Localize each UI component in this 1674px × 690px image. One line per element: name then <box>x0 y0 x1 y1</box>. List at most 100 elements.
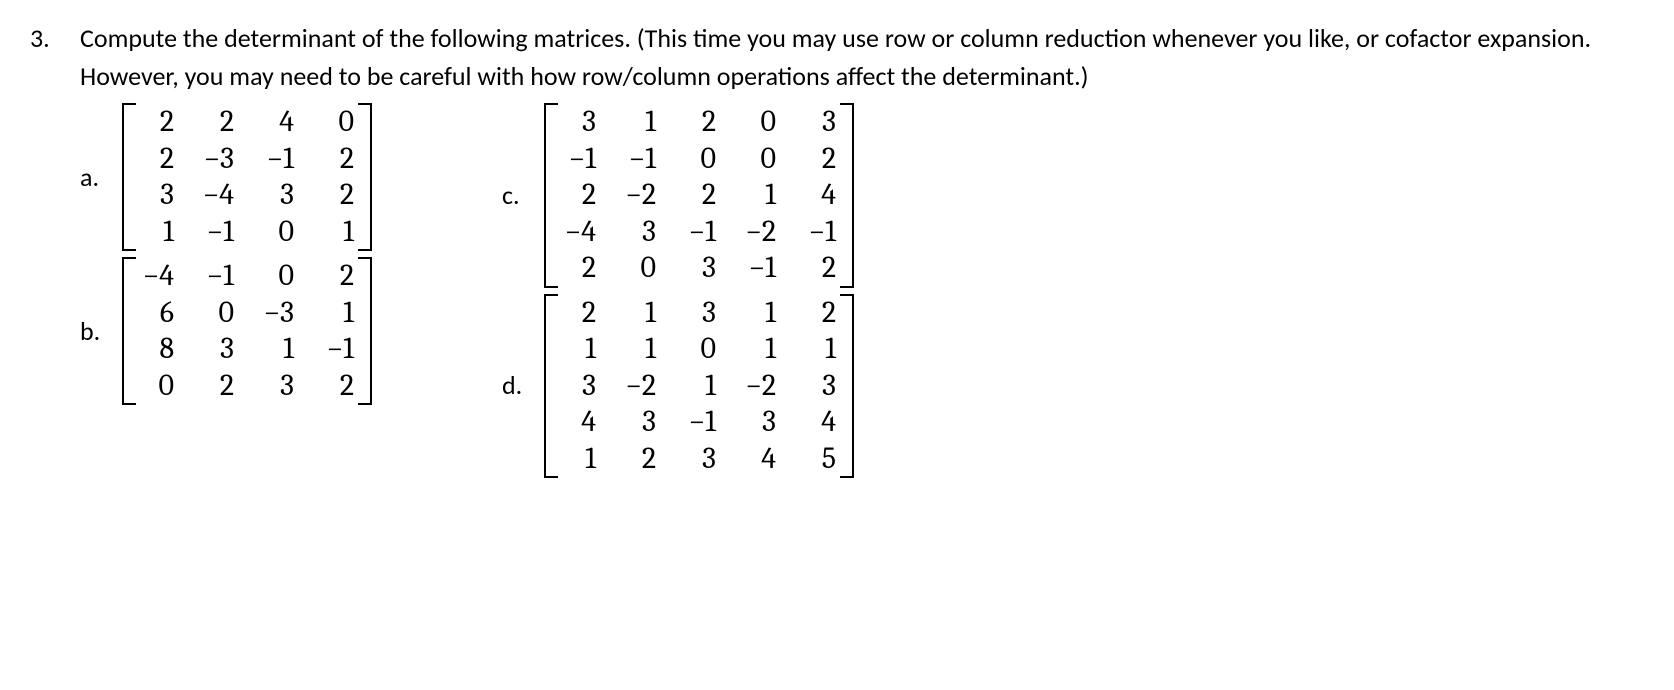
matrix-cell: 8 <box>140 332 174 367</box>
matrix-cell: −3 <box>260 296 294 331</box>
item-a-label: a. <box>80 159 108 197</box>
matrix-cell: 0 <box>260 215 294 250</box>
item-c: c. 31203−1−10022−2214−43−1−2−1203−12 <box>502 103 854 288</box>
matrix-cell: −1 <box>622 142 656 177</box>
matrix-cell: 4 <box>260 105 294 140</box>
matrix-cell: 1 <box>562 442 596 477</box>
matrix-cell: 1 <box>622 296 656 331</box>
matrix-cell: 3 <box>742 405 776 440</box>
matrix-cell: 3 <box>682 251 716 286</box>
matrix-cell: 1 <box>562 332 596 367</box>
item-b: b. −4−10260−31831−10232 <box>80 257 372 405</box>
matrix-cell: 3 <box>562 369 596 404</box>
matrix-cell: −1 <box>562 142 596 177</box>
matrix-cell: 2 <box>562 296 596 331</box>
problem-3: 3. Compute the determinant of the follow… <box>30 20 1644 478</box>
matrix-cell: 1 <box>260 332 294 367</box>
matrix-cell: 1 <box>320 296 354 331</box>
matrix-cell: 1 <box>682 369 716 404</box>
matrix-cell: 0 <box>200 296 234 331</box>
matrix-cell: 2 <box>682 178 716 213</box>
right-bracket-icon <box>842 294 854 479</box>
matrix-cell: 3 <box>622 405 656 440</box>
matrix-cell: 2 <box>140 105 174 140</box>
matrix-cell: 1 <box>622 332 656 367</box>
matrix-cell: 1 <box>742 178 776 213</box>
matrix-cell: 0 <box>742 105 776 140</box>
matrix-cell: 3 <box>260 178 294 213</box>
matrix-cell: 1 <box>140 215 174 250</box>
matrix-cell: 2 <box>140 142 174 177</box>
matrix-cell: 0 <box>742 142 776 177</box>
matrix-cell: −2 <box>742 215 776 250</box>
matrix-cell: 2 <box>802 142 836 177</box>
matrix-cell: 2 <box>682 105 716 140</box>
matrix-cell: 0 <box>140 369 174 404</box>
matrix-cell: −1 <box>682 215 716 250</box>
problem-number: 3. <box>30 20 80 58</box>
left-bracket-icon <box>544 103 556 288</box>
matrix-cell: 2 <box>320 142 354 177</box>
matrix-cell: 2 <box>802 296 836 331</box>
matrix-cell: 2 <box>320 259 354 294</box>
matrix-cell: 6 <box>140 296 174 331</box>
matrix-a: 22402−3−123−4321−101 <box>122 103 372 251</box>
matrix-cell: −1 <box>200 259 234 294</box>
matrix-cell: 2 <box>562 178 596 213</box>
matrix-cell: −1 <box>802 215 836 250</box>
item-b-label: b. <box>80 313 108 351</box>
matrix-cell: 4 <box>742 442 776 477</box>
matrix-cell: 3 <box>140 178 174 213</box>
matrix-b: −4−10260−31831−10232 <box>122 257 372 405</box>
matrix-cell: 0 <box>320 105 354 140</box>
matrix-cell: 3 <box>682 442 716 477</box>
matrix-cell: 2 <box>802 251 836 286</box>
matrix-cell: 1 <box>802 332 836 367</box>
matrix-cell: 4 <box>562 405 596 440</box>
item-d-label: d. <box>502 367 530 405</box>
matrix-cell: −2 <box>742 369 776 404</box>
matrix-cell: −4 <box>200 178 234 213</box>
right-bracket-icon <box>842 103 854 288</box>
left-bracket-icon <box>122 103 134 251</box>
matrix-cell: 2 <box>562 251 596 286</box>
right-column: c. 31203−1−10022−2214−43−1−2−1203−12 d. … <box>502 103 854 478</box>
matrix-cell: −4 <box>140 259 174 294</box>
matrix-cell: 2 <box>320 178 354 213</box>
matrix-cell: −2 <box>622 369 656 404</box>
problem-body: Compute the determinant of the following… <box>80 20 1644 478</box>
item-d: d. 21312110113−21−2343−13412345 <box>502 294 854 479</box>
matrix-cell: −4 <box>562 215 596 250</box>
matrix-cell: 3 <box>260 369 294 404</box>
right-bracket-icon <box>360 257 372 405</box>
matrix-cell: −1 <box>320 332 354 367</box>
matrix-cell: 0 <box>682 332 716 367</box>
left-column: a. 22402−3−123−4321−101 b. −4−10260−3183… <box>80 103 372 478</box>
matrix-cell: 1 <box>742 332 776 367</box>
matrix-cell: 1 <box>622 105 656 140</box>
matrix-cell: −1 <box>200 215 234 250</box>
matrix-cell: −1 <box>682 405 716 440</box>
matrix-cell: 1 <box>320 215 354 250</box>
matrix-cell: 3 <box>682 296 716 331</box>
item-c-label: c. <box>502 177 530 215</box>
matrix-cell: 3 <box>200 332 234 367</box>
matrix-cell: 2 <box>622 442 656 477</box>
matrix-cell: −2 <box>622 178 656 213</box>
matrix-columns: a. 22402−3−123−4321−101 b. −4−10260−3183… <box>80 103 1644 478</box>
matrix-cell: 2 <box>200 105 234 140</box>
matrix-cell: 3 <box>622 215 656 250</box>
matrix-cell: 3 <box>802 105 836 140</box>
matrix-cell: 0 <box>260 259 294 294</box>
matrix-cell: 4 <box>802 405 836 440</box>
right-bracket-icon <box>360 103 372 251</box>
problem-prompt: Compute the determinant of the following… <box>80 20 1644 95</box>
matrix-cell: 0 <box>682 142 716 177</box>
matrix-cell: 3 <box>562 105 596 140</box>
matrix-cell: −1 <box>742 251 776 286</box>
matrix-cell: 0 <box>622 251 656 286</box>
matrix-cell: −1 <box>260 142 294 177</box>
matrix-cell: 5 <box>802 442 836 477</box>
matrix-cell: 3 <box>802 369 836 404</box>
matrix-cell: 1 <box>742 296 776 331</box>
